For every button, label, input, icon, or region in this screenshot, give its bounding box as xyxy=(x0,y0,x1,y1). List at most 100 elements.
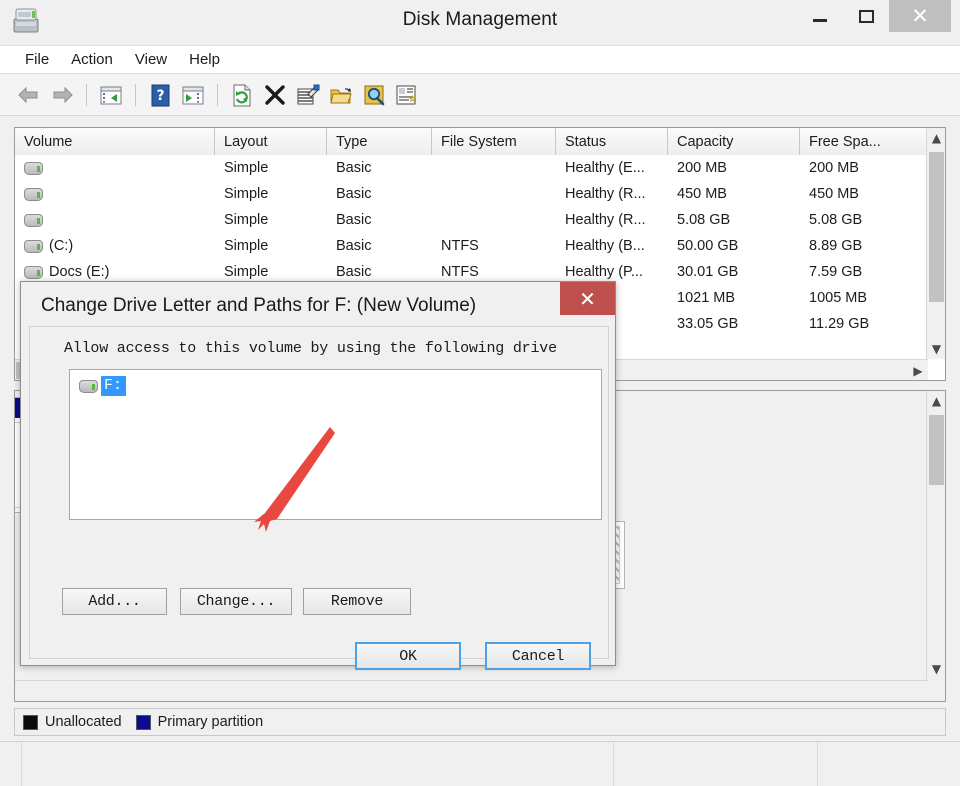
menu-item-action[interactable]: Action xyxy=(60,49,124,70)
list-item-label: F: xyxy=(101,376,126,396)
menu-item-view[interactable]: View xyxy=(124,49,178,70)
svg-text:?: ? xyxy=(156,88,164,104)
scroll-up-icon[interactable]: ▲ xyxy=(927,128,946,148)
cancel-button[interactable]: Cancel xyxy=(485,642,591,670)
drive-letter-listbox[interactable]: F: xyxy=(69,369,602,520)
drive-icon xyxy=(24,162,43,175)
drive-icon xyxy=(24,214,43,227)
rescan-disks-icon[interactable] xyxy=(227,80,257,110)
list-item[interactable]: F: xyxy=(79,376,126,396)
back-icon[interactable] xyxy=(14,80,44,110)
cell-fs xyxy=(432,207,556,233)
legend-label-unallocated: Unallocated xyxy=(45,714,122,730)
cell-free: 200 MB xyxy=(800,155,928,181)
legend-swatch-primary-partition xyxy=(136,715,151,730)
column-header-layout[interactable]: Layout xyxy=(215,128,327,155)
change-drive-letter-dialog: Change Drive Letter and Paths for F: (Ne… xyxy=(20,281,616,666)
disk-pane-horizontal-scrollbar[interactable] xyxy=(15,680,928,701)
cell-layout: Simple xyxy=(215,181,327,207)
cell-status: Healthy (R... xyxy=(556,181,668,207)
open-folder-icon[interactable] xyxy=(326,80,356,110)
help-icon[interactable]: ? xyxy=(145,80,175,110)
toolbar-separator-2 xyxy=(135,84,136,106)
ok-button[interactable]: OK xyxy=(355,642,461,670)
show-hide-console-tree-icon[interactable] xyxy=(96,80,126,110)
status-segment-1 xyxy=(0,742,22,786)
status-segment-4 xyxy=(818,742,960,786)
dialog-title: Change Drive Letter and Paths for F: (Ne… xyxy=(41,295,476,317)
legend-item-unallocated: Unallocated xyxy=(23,714,122,730)
table-row[interactable]: Simple Basic Healthy (R... 5.08 GB 5.08 … xyxy=(15,207,945,233)
cell-capacity: 50.00 GB xyxy=(668,233,800,259)
cell-fs: NTFS xyxy=(432,233,556,259)
title-bar: Disk Management ✕ xyxy=(0,0,960,44)
disk-management-icon xyxy=(10,5,42,35)
cell-type: Basic xyxy=(327,181,432,207)
table-row[interactable]: (C:) Simple Basic NTFS Healthy (B... 50.… xyxy=(15,233,945,259)
search-icon[interactable] xyxy=(359,80,389,110)
column-header-status[interactable]: Status xyxy=(556,128,668,155)
cell-capacity: 5.08 GB xyxy=(668,207,800,233)
column-header-file-system[interactable]: File System xyxy=(432,128,556,155)
disk-pane-vertical-scrollbar[interactable]: ▲ ▼ xyxy=(926,391,945,679)
maximize-button[interactable] xyxy=(843,0,889,32)
table-row[interactable]: Simple Basic Healthy (E... 200 MB 200 MB xyxy=(15,155,945,181)
cell-volume-label: (C:) xyxy=(49,238,73,254)
dialog-body: Allow access to this volume by using the… xyxy=(29,326,609,659)
cell-status: Healthy (R... xyxy=(556,207,668,233)
scroll-thumb-vertical[interactable] xyxy=(929,415,944,485)
minimize-icon xyxy=(813,19,827,22)
scroll-thumb-vertical[interactable] xyxy=(929,152,944,302)
volume-list-vertical-scrollbar[interactable]: ▲ ▼ xyxy=(926,128,945,359)
cell-type: Basic xyxy=(327,155,432,181)
cell-volume xyxy=(15,207,215,233)
table-row[interactable]: Simple Basic Healthy (R... 450 MB 450 MB xyxy=(15,181,945,207)
menu-item-file[interactable]: File xyxy=(14,49,60,70)
cell-free: 5.08 GB xyxy=(800,207,928,233)
cell-free: 11.29 GB xyxy=(800,311,928,337)
cell-type: Basic xyxy=(327,207,432,233)
close-icon: ✕ xyxy=(579,287,596,311)
cell-free: 1005 MB xyxy=(800,285,928,311)
minimize-button[interactable] xyxy=(797,0,843,32)
close-icon: ✕ xyxy=(911,6,929,27)
scroll-right-icon[interactable]: ▶ xyxy=(908,360,928,381)
legend-item-primary-partition: Primary partition xyxy=(136,714,264,730)
properties-icon[interactable] xyxy=(293,80,323,110)
column-header-volume[interactable]: Volume xyxy=(15,128,215,155)
scroll-up-icon[interactable]: ▲ xyxy=(927,391,946,411)
cell-free: 450 MB xyxy=(800,181,928,207)
toolbar: ? xyxy=(0,75,960,116)
menu-bar: File Action View Help xyxy=(0,45,960,74)
show-hide-action-pane-icon[interactable] xyxy=(178,80,208,110)
drive-icon xyxy=(24,240,43,253)
status-bar xyxy=(0,741,960,785)
drive-icon xyxy=(24,188,43,201)
cell-capacity: 450 MB xyxy=(668,181,800,207)
forward-icon[interactable] xyxy=(47,80,77,110)
drive-icon xyxy=(79,380,98,393)
remove-button[interactable]: Remove xyxy=(303,588,411,615)
toolbar-separator-3 xyxy=(217,84,218,106)
dialog-close-button[interactable]: ✕ xyxy=(560,282,615,315)
change-button[interactable]: Change... xyxy=(180,588,292,615)
cell-capacity: 30.01 GB xyxy=(668,259,800,285)
cell-capacity: 33.05 GB xyxy=(668,311,800,337)
status-segment-2 xyxy=(22,742,614,786)
column-header-free-space[interactable]: Free Spa... xyxy=(800,128,928,155)
close-button[interactable]: ✕ xyxy=(889,0,951,32)
toolbar-separator-1 xyxy=(86,84,87,106)
delete-icon[interactable] xyxy=(260,80,290,110)
cell-volume xyxy=(15,181,215,207)
export-list-icon[interactable] xyxy=(392,80,422,110)
cell-layout: Simple xyxy=(215,207,327,233)
scroll-down-icon[interactable]: ▼ xyxy=(927,339,946,359)
cell-fs xyxy=(432,155,556,181)
menu-item-help[interactable]: Help xyxy=(178,49,231,70)
add-button[interactable]: Add... xyxy=(62,588,167,615)
scroll-down-icon[interactable]: ▼ xyxy=(927,659,946,679)
cell-status: Healthy (B... xyxy=(556,233,668,259)
legend-label-primary-partition: Primary partition xyxy=(158,714,264,730)
column-header-capacity[interactable]: Capacity xyxy=(668,128,800,155)
column-header-type[interactable]: Type xyxy=(327,128,432,155)
